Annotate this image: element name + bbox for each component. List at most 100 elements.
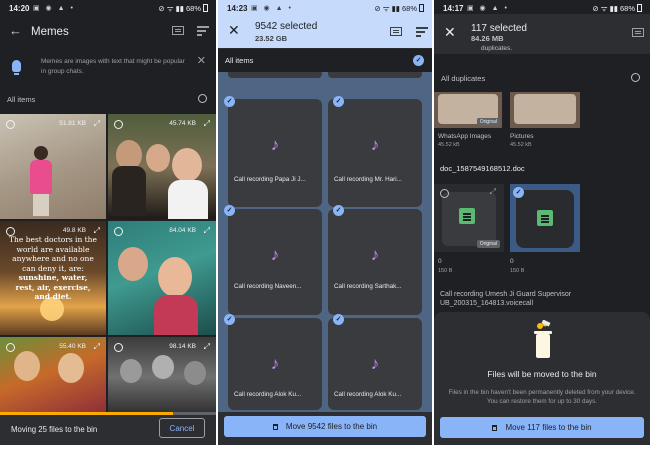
all-items-label: All items [7, 95, 36, 104]
move-to-bin-button[interactable]: Move 117 files to the bin [440, 417, 644, 438]
audio-file-card[interactable]: ♪ Call recording Naveen... [228, 209, 322, 315]
all-items-row[interactable]: All items ✓ [218, 49, 432, 72]
status-right: ⊘ ᯤ ▮▮ 68% [592, 4, 642, 14]
sheet-title: Files will be moved to the bin [487, 369, 597, 379]
meme-line-1: The best doctors in the world are availa… [9, 235, 97, 273]
doc-size: 150 B [510, 268, 525, 274]
image-thumb[interactable]: 55.40 KB ⤢ [0, 337, 106, 417]
status-bar: 14:20 ▣ ◉ ▲ • ⊘ ᯤ ▮▮ 68% [0, 0, 216, 18]
duplicates-screen: 14:17 ▣ ◉ ▲ • ⊘ ᯤ ▮▮ 68% ✕ 117 selected … [434, 0, 650, 445]
image-thumb[interactable]: 51.81 KB ⤢ [0, 114, 106, 219]
audio-file-card[interactable]: ♪ Call recording Papa Ji J... [228, 99, 322, 207]
sort-icon[interactable] [416, 27, 428, 37]
doc-thumb[interactable]: ⤢ Original [434, 184, 504, 252]
close-icon[interactable]: ✕ [197, 54, 206, 67]
notification-icons: ▣ ◉ ▲ • [467, 5, 509, 12]
selected-check-icon[interactable]: ✓ [224, 205, 235, 216]
audio-file-card[interactable]: ♪ Call recording Alok Ku... [228, 318, 322, 410]
file-size: 84.04 KB [169, 227, 196, 234]
audio-file-card[interactable]: ♪ Call recording Mr. Hari... [328, 99, 422, 207]
select-radio[interactable] [114, 227, 123, 236]
image-thumb[interactable]: Original [434, 92, 502, 128]
doc-size: 150 B [438, 268, 453, 274]
status-time: 14:23 [227, 4, 248, 13]
call-file-name: Call recording Umesh Ji Guard Supervisor… [440, 291, 572, 307]
file-name: Call recording Papa Ji J... [234, 176, 306, 183]
image-thumb[interactable] [510, 92, 580, 128]
expand-icon[interactable]: ⤢ [204, 226, 210, 236]
select-radio[interactable] [6, 343, 15, 352]
select-all-radio[interactable] [631, 73, 640, 82]
expand-icon[interactable]: ⤢ [204, 119, 210, 129]
music-note-icon: ♪ [370, 354, 380, 373]
audio-file-card[interactable]: ♪ Call recording Alok Ku... [328, 318, 422, 410]
selected-items-grid: ♪ Call recording Papa Ji J... ♪ Call rec… [218, 72, 432, 445]
sort-icon[interactable] [197, 26, 209, 36]
move-to-bin-button[interactable]: Move 9542 files to the bin [224, 416, 426, 437]
music-note-icon: ♪ [270, 245, 280, 264]
select-radio[interactable] [6, 227, 15, 236]
all-items-row[interactable]: All items [0, 91, 216, 107]
tip-text: Memes are images with text that might be… [41, 58, 185, 75]
selected-check-icon[interactable]: ✓ [224, 96, 235, 107]
back-arrow-icon[interactable]: ← [9, 23, 22, 38]
expand-icon[interactable]: ⤢ [94, 119, 100, 129]
select-all-radio[interactable] [198, 94, 207, 103]
select-radio[interactable] [114, 120, 123, 129]
select-radio[interactable] [440, 189, 449, 198]
image-thumb[interactable]: 84.04 KB ⤢ [108, 221, 216, 335]
selected-check-icon[interactable]: ✓ [333, 314, 344, 325]
music-note-icon: ♪ [370, 245, 380, 264]
image-thumb[interactable]: 45.74 KB ⤢ [108, 114, 216, 219]
confirm-bin-sheet: Files will be moved to the bin Files in … [434, 312, 650, 445]
all-items-label: All items [225, 56, 254, 65]
expand-icon[interactable]: ⤢ [94, 342, 100, 352]
selected-check-icon[interactable]: ✓ [333, 205, 344, 216]
select-radio[interactable] [6, 120, 15, 129]
file-size: 98.14 KB [169, 343, 196, 350]
all-duplicates-row[interactable]: All duplicates [434, 70, 650, 86]
battery-icon [637, 4, 642, 12]
status-indicators: ⊘ ᯤ ▮▮ 68% [592, 4, 635, 13]
close-icon[interactable]: ✕ [228, 22, 240, 39]
select-radio[interactable] [114, 343, 123, 352]
selected-check-icon[interactable]: ✓ [333, 96, 344, 107]
battery-icon [203, 4, 208, 12]
list-view-icon[interactable] [632, 28, 644, 37]
info-tip: Memes are images with text that might be… [0, 50, 216, 86]
file-name: Call recording Alok Ku... [234, 391, 302, 398]
selected-check-icon[interactable]: ✓ [224, 314, 235, 325]
move-to-bin-label: Move 9542 files to the bin [285, 422, 378, 431]
doc-thumb[interactable]: ✓ [510, 184, 580, 252]
meme-thumb[interactable]: The best doctors in the world are availa… [0, 221, 106, 335]
group-size: 45.52 kB [510, 142, 532, 148]
expand-icon[interactable]: ⤢ [490, 187, 496, 197]
selected-check-icon[interactable]: ✓ [513, 187, 524, 198]
snackbar: Moving 25 files to the bin Cancel [0, 412, 216, 445]
selection-screen: 14:23 ▣ ◉ ▲ • ⊘ ᯤ ▮▮ 68% ✕ 9542 selected… [218, 0, 432, 445]
expand-icon[interactable]: ⤢ [204, 342, 210, 352]
doc-name: 0 [438, 258, 442, 265]
expand-icon[interactable]: ⤢ [94, 226, 100, 236]
status-time: 14:20 [9, 4, 30, 13]
status-indicators: ⊘ ᯤ ▮▮ 68% [158, 4, 201, 13]
music-note-icon: ♪ [370, 135, 380, 154]
battery-icon [419, 4, 424, 12]
select-all-check-icon[interactable]: ✓ [413, 55, 424, 66]
cancel-button[interactable]: Cancel [159, 418, 205, 438]
audio-file-card[interactable]: ♪ Call recording Sarthak... [328, 209, 422, 315]
lightbulb-icon [12, 60, 21, 75]
header-peek-text: duplicates. [481, 45, 513, 52]
memes-screen: 14:20 ▣ ◉ ▲ • ⊘ ᯤ ▮▮ 68% ← Memes Memes a… [0, 0, 216, 445]
status-indicators: ⊘ ᯤ ▮▮ 68% [374, 4, 417, 13]
bin-icon [272, 424, 278, 430]
image-thumb[interactable]: 98.14 KB ⤢ [108, 337, 216, 417]
file-name: Call recording Mr. Hari... [334, 176, 402, 183]
group-name: WhatsApp Images [438, 133, 492, 140]
list-view-icon[interactable] [390, 27, 402, 36]
grid-view-icon[interactable] [172, 26, 184, 35]
move-to-bin-label: Move 117 files to the bin [505, 423, 592, 432]
bottom-action-bar: Move 9542 files to the bin [218, 412, 432, 445]
close-icon[interactable]: ✕ [444, 24, 456, 41]
selection-size: 84.26 MB [471, 34, 504, 43]
